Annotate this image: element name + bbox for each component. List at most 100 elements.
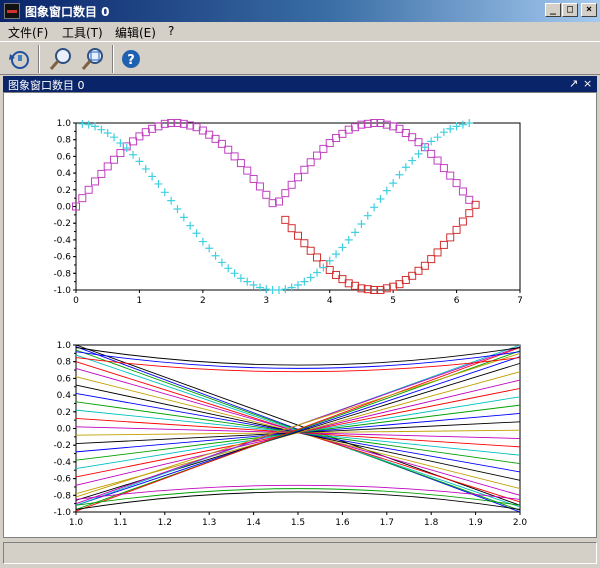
x-tick-label: 1.3 bbox=[202, 518, 216, 528]
help-icon: ? bbox=[122, 50, 140, 68]
plus-marker bbox=[313, 268, 322, 277]
toolbar-separator bbox=[112, 45, 114, 73]
status-bar bbox=[3, 542, 597, 564]
plus-marker bbox=[186, 221, 195, 230]
y-tick-label: -1.0 bbox=[53, 508, 71, 518]
x-tick-label: 1.0 bbox=[69, 518, 84, 528]
window-title-bar[interactable]: 图象窗口数目 0 _ □ × bbox=[0, 0, 600, 22]
zoom-icon bbox=[49, 48, 71, 70]
maximize-button[interactable]: □ bbox=[562, 3, 578, 17]
plus-marker bbox=[344, 235, 353, 244]
rotate-button[interactable] bbox=[6, 46, 32, 72]
x-tick-label: 1.2 bbox=[158, 518, 172, 528]
series-curve bbox=[75, 351, 521, 369]
svg-text:?: ? bbox=[127, 53, 135, 68]
panel-title: 图象窗口数目 0 bbox=[8, 79, 85, 92]
y-tick-label: -0.2 bbox=[53, 441, 71, 451]
x-tick-label: 1.6 bbox=[335, 518, 350, 528]
menu-tools[interactable]: 工具(T) bbox=[62, 24, 103, 41]
square-marker bbox=[230, 152, 239, 161]
square-marker bbox=[458, 187, 467, 196]
square-marker bbox=[255, 182, 264, 191]
plus-marker bbox=[78, 119, 87, 128]
panel-close-icon[interactable]: × bbox=[583, 76, 592, 92]
x-tick-label: 1.5 bbox=[291, 518, 305, 528]
square-marker bbox=[249, 174, 258, 183]
square-marker bbox=[452, 225, 461, 234]
plus-marker bbox=[84, 120, 93, 129]
y-tick-label: 1.0 bbox=[57, 119, 72, 129]
plus-marker bbox=[357, 220, 366, 229]
plus-marker bbox=[141, 164, 150, 173]
square-marker bbox=[262, 190, 271, 199]
series-curve bbox=[75, 347, 521, 366]
plus-marker bbox=[129, 150, 138, 159]
y-tick-label: -1.0 bbox=[53, 286, 71, 296]
y-tick-label: 0.8 bbox=[57, 358, 72, 368]
y-tick-label: -0.8 bbox=[53, 491, 71, 501]
y-tick-label: -0.6 bbox=[53, 475, 71, 485]
plus-marker bbox=[408, 156, 417, 165]
window-title: 图象窗口数目 0 bbox=[25, 5, 110, 19]
plus-marker bbox=[351, 228, 360, 237]
zoom-button[interactable] bbox=[48, 46, 74, 72]
square-marker bbox=[116, 149, 125, 158]
y-tick-label: -0.4 bbox=[53, 236, 71, 246]
plus-marker bbox=[192, 229, 201, 238]
rotate-icon bbox=[9, 51, 29, 69]
plus-marker bbox=[395, 170, 404, 179]
square-marker bbox=[294, 173, 302, 182]
square-marker bbox=[110, 155, 119, 164]
plus-marker bbox=[230, 269, 239, 278]
square-marker bbox=[287, 180, 296, 189]
x-tick-label: 0 bbox=[73, 296, 79, 306]
app-icon bbox=[4, 3, 20, 19]
x-tick-label: 1.7 bbox=[380, 518, 394, 528]
x-tick-label: 1.4 bbox=[246, 518, 261, 528]
square-marker bbox=[313, 253, 322, 262]
x-tick-label: 2 bbox=[200, 296, 206, 306]
chart-1: 1.0 0.8 0.6 0.4 0.2 0.0 -0.2 -0.4 -0.6 -0.8 -1.00 1… bbox=[53, 119, 523, 306]
help-button[interactable]: ? bbox=[118, 46, 144, 72]
x-tick-label: 5 bbox=[390, 296, 396, 306]
x-tick-label: 2.0 bbox=[513, 518, 528, 528]
square-marker bbox=[306, 246, 315, 255]
y-tick-label: 0.6 bbox=[57, 152, 72, 162]
plus-marker bbox=[458, 120, 467, 129]
series-curve bbox=[75, 491, 521, 510]
square-marker bbox=[313, 151, 322, 160]
x-tick-label: 3 bbox=[263, 296, 269, 306]
plus-marker bbox=[224, 264, 233, 273]
plus-marker bbox=[465, 119, 474, 127]
minimize-button[interactable]: _ bbox=[545, 3, 561, 17]
undock-icon[interactable]: ↗ bbox=[569, 76, 578, 92]
square-marker bbox=[427, 255, 436, 264]
plus-marker bbox=[160, 188, 169, 197]
graphic-canvas[interactable]: 1.0 0.8 0.6 0.4 0.2 0.0 -0.2 -0.4 -0.6 -0.8 -1.0 0 1… bbox=[3, 92, 597, 538]
x-tick-label: 4 bbox=[327, 296, 333, 306]
square-marker bbox=[84, 185, 93, 194]
plot-area: 1.00.80.60.40.20.0-0.2-0.4-0.6-0.8-1.00 1… bbox=[53, 119, 527, 528]
y-tick-label: 0.6 bbox=[57, 374, 72, 384]
close-button[interactable]: × bbox=[581, 3, 597, 17]
square-marker bbox=[439, 240, 448, 249]
chart-2: 1.00.80.60.40.20.0-0.2-0.4-0.6-0.8-1.01.… bbox=[53, 341, 527, 528]
square-marker bbox=[458, 217, 467, 226]
plus-marker bbox=[389, 179, 398, 188]
zoom-reset-button[interactable] bbox=[80, 46, 106, 72]
y-tick-label: 0.0 bbox=[57, 203, 72, 213]
x-tick-label: 1 bbox=[137, 296, 143, 306]
plus-marker bbox=[433, 133, 442, 142]
plus-marker bbox=[198, 237, 207, 246]
x-tick-label: 7 bbox=[517, 296, 523, 306]
square-marker bbox=[446, 233, 455, 242]
plus-marker bbox=[135, 157, 144, 166]
square-marker bbox=[78, 194, 87, 203]
menu-help[interactable]: ? bbox=[168, 24, 174, 38]
plus-marker bbox=[154, 179, 163, 188]
y-tick-label: -0.8 bbox=[53, 269, 71, 279]
square-marker bbox=[281, 189, 290, 198]
menu-edit[interactable]: 编辑(E) bbox=[115, 24, 156, 41]
square-marker bbox=[236, 159, 245, 168]
menu-file[interactable]: 文件(F) bbox=[8, 24, 48, 41]
